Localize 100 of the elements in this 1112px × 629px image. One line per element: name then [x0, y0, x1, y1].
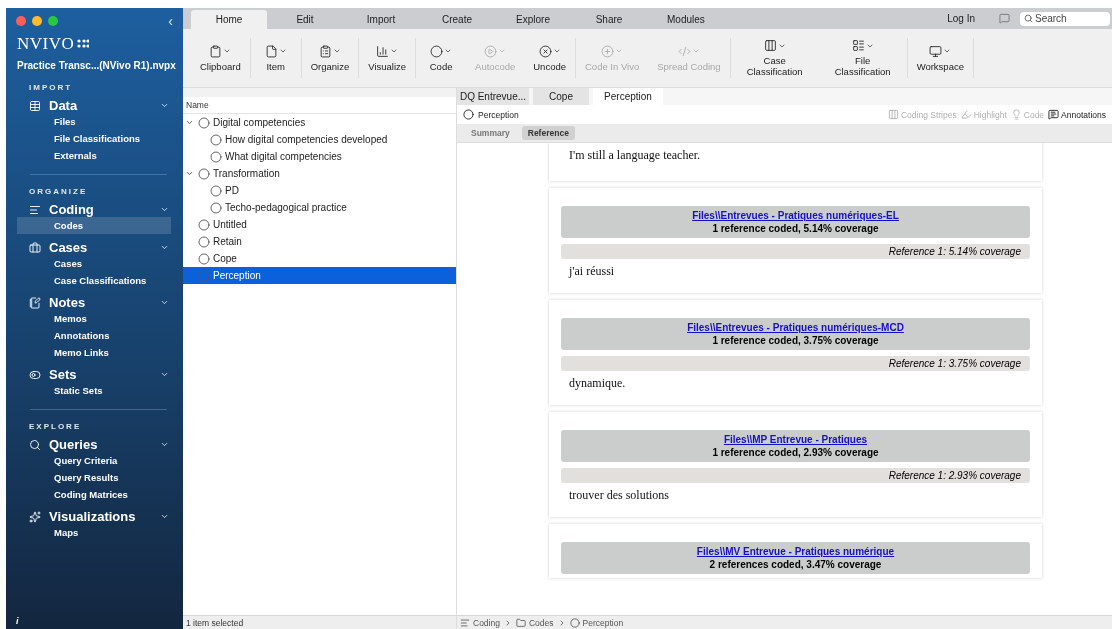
tree-row[interactable]: How digital competencies developed — [183, 131, 456, 148]
tree-row[interactable]: Perception — [183, 267, 456, 284]
dots-icon — [77, 39, 90, 49]
view-tab[interactable]: Summary — [465, 126, 516, 140]
ribbon-tab[interactable]: Share — [571, 10, 647, 29]
nav-item[interactable]: Memos — [17, 310, 171, 327]
view-option[interactable]: Annotations — [1048, 109, 1106, 120]
code-label: Retain — [213, 236, 242, 247]
code-node-icon — [198, 252, 210, 265]
tree-row[interactable]: Digital competencies — [183, 114, 456, 131]
nav-group[interactable]: Data — [6, 92, 183, 113]
nav-item[interactable]: Annotations — [17, 327, 171, 344]
toolbar-button[interactable]: Visualize — [359, 44, 416, 72]
code-node-icon — [198, 116, 210, 129]
tree-row[interactable]: PD — [183, 182, 456, 199]
nav-group[interactable]: Coding — [6, 196, 183, 217]
tree-row[interactable]: Retain — [183, 233, 456, 250]
nav-group[interactable]: Queries — [6, 431, 183, 452]
chevron-icon[interactable] — [160, 512, 169, 521]
chevron-icon[interactable] — [160, 370, 169, 379]
ribbon-tab[interactable]: Edit — [267, 10, 343, 29]
nav-group[interactable]: Cases — [6, 234, 183, 255]
tree-row[interactable]: Transformation — [183, 165, 456, 182]
passage-text: j'ai réussi — [567, 263, 616, 280]
passage-text: dynamique. — [568, 375, 627, 392]
nav-item[interactable]: Files — [17, 113, 171, 130]
view-tab[interactable]: Reference — [521, 126, 575, 140]
ribbon-tab[interactable]: Create — [419, 10, 495, 29]
chevron-icon[interactable] — [160, 243, 169, 252]
code-label: Perception — [213, 270, 261, 281]
source-link[interactable]: Files\\MV Entrevue - Pratiques numérique — [561, 545, 1030, 558]
toolbar-button[interactable]: Item — [250, 44, 301, 72]
chevron-icon[interactable] — [185, 169, 194, 178]
source-link[interactable]: Files\\MP Entrevue - Pratiques — [561, 433, 1030, 446]
info-button[interactable]: i — [16, 616, 19, 626]
tree-row[interactable]: Techo-pedagogical practice — [183, 199, 456, 216]
caret-icon — [332, 47, 341, 55]
monitor-icon — [929, 44, 943, 58]
chevron-icon[interactable] — [160, 440, 169, 449]
login-link[interactable]: Log In — [947, 13, 975, 24]
source-link[interactable]: Files\\Entrevues - Pratiques numériques-EL — [561, 209, 1030, 222]
nav-item[interactable]: Codes — [17, 217, 171, 234]
reference-label: Reference 1: 2.93% coverage — [561, 468, 1030, 483]
code-label: Digital competencies — [213, 117, 306, 128]
nav-group[interactable]: Sets — [6, 361, 183, 382]
collapse-button[interactable]: ‹ — [168, 13, 173, 29]
minimize-icon[interactable] — [32, 16, 42, 26]
source-link[interactable]: Files\\Entrevues - Pratiques numériques-MCD — [561, 321, 1030, 334]
toggle-icon — [29, 368, 41, 381]
breadcrumb-item[interactable]: Codes — [515, 617, 554, 628]
coverage-summary: 1 reference coded, 2.93% coverage — [711, 446, 880, 459]
passage-text: trouver des solutions — [568, 487, 670, 504]
breadcrumb-item[interactable]: Perception — [569, 617, 624, 628]
document-tab[interactable]: Cope — [533, 88, 589, 105]
chevron-icon[interactable] — [160, 205, 169, 214]
nav-item[interactable]: Memo Links — [17, 344, 171, 361]
toolbar-button[interactable]: Organize — [301, 44, 359, 72]
document-tab[interactable]: DQ Entrevue... — [457, 88, 529, 105]
ribbon-tab[interactable]: Modules — [647, 10, 723, 29]
nav-item[interactable]: Query Results — [17, 469, 171, 486]
status-text: 1 item selected — [186, 617, 244, 628]
nav-item[interactable]: Cases — [17, 255, 171, 272]
toolbar-button[interactable]: Clipboard — [191, 44, 250, 72]
ribbon-tab[interactable]: Import — [343, 10, 419, 29]
nav-item[interactable]: Case Classifications — [17, 272, 171, 289]
toolbar-button[interactable]: Case Classification — [730, 39, 819, 77]
breadcrumb-item[interactable]: Coding — [460, 617, 500, 628]
toolbar-button[interactable]: Code — [416, 44, 467, 72]
nav-group[interactable]: Notes — [6, 289, 183, 310]
ribbon-tab[interactable]: Explore — [495, 10, 571, 29]
nav-item[interactable]: Coding Matrices — [17, 486, 171, 503]
toolbar-button[interactable]: Workspace — [907, 44, 973, 72]
coverage-summary: 1 reference coded, 5.14% coverage — [711, 222, 880, 235]
caret-icon — [691, 47, 700, 55]
coverage-summary: 2 references coded, 3.47% coverage — [708, 558, 883, 571]
chevron-icon[interactable] — [160, 298, 169, 307]
lines-icon — [460, 617, 470, 628]
tree-row[interactable]: What digital competencies — [183, 148, 456, 165]
code-label: Techo-pedagogical practice — [225, 202, 347, 213]
nav-item[interactable]: Maps — [17, 524, 171, 541]
tree-row[interactable]: Cope — [183, 250, 456, 267]
code-node-icon — [198, 167, 210, 180]
code-icon — [677, 44, 691, 58]
ribbon-tab[interactable]: Home — [191, 10, 267, 29]
chevron-icon[interactable] — [185, 118, 194, 127]
coverage-summary: 1 reference coded, 3.75% coverage — [711, 334, 880, 347]
chevron-icon[interactable] — [160, 101, 169, 110]
grid-icon — [851, 39, 865, 52]
toolbar-button[interactable]: Uncode — [524, 44, 575, 72]
toolbar-button[interactable]: File Classification — [818, 39, 907, 77]
column-header[interactable]: Name — [183, 97, 456, 114]
nav-group[interactable]: Visualizations — [6, 503, 183, 524]
document-tab[interactable]: Perception — [593, 88, 663, 105]
nav-item[interactable]: Externals — [17, 147, 171, 164]
nav-item[interactable]: Query Criteria — [17, 452, 171, 469]
tree-row[interactable]: Untitled — [183, 216, 456, 233]
search-field[interactable]: Search — [1020, 11, 1110, 26]
nav-item[interactable]: Static Sets — [17, 382, 171, 399]
maximize-icon[interactable] — [48, 16, 58, 26]
nav-item[interactable]: File Classifications — [17, 130, 171, 147]
